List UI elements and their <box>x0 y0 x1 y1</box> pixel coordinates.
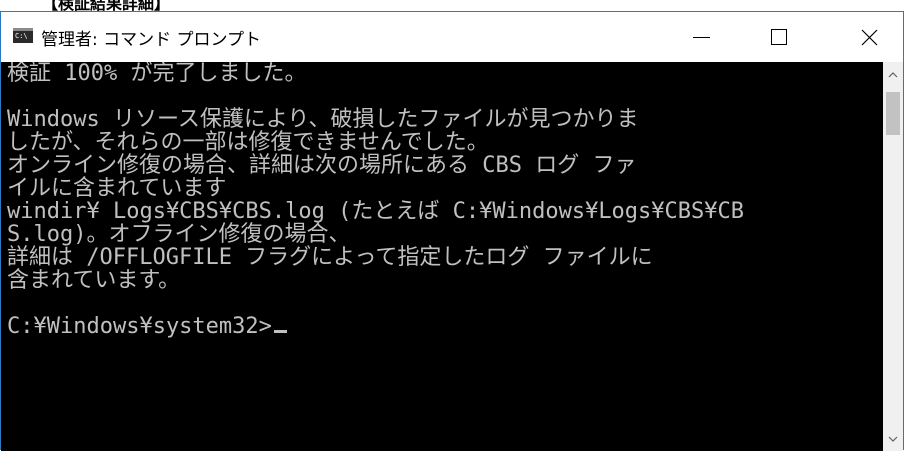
close-button[interactable] <box>835 12 903 62</box>
minimize-icon <box>692 36 710 38</box>
console-line: イルに含まれています <box>7 176 227 201</box>
app-icon-glyph: C:\ <box>15 32 28 40</box>
text-cursor <box>273 330 287 333</box>
command-prompt-window: C:\ 管理者: コマンド プロンプト 検証 100% が完了しました。 Win… <box>0 11 904 451</box>
scroll-up-button[interactable] <box>883 66 903 83</box>
console-line: したが、それらの一部は修復できませんでした。 <box>7 130 489 155</box>
console-line: windir¥ Logs¥CBS¥CBS.log (たとえば C:¥Window… <box>7 199 745 224</box>
maximize-button[interactable] <box>745 12 813 62</box>
prompt-text: C:¥Windows¥system32> <box>7 314 272 339</box>
scroll-down-button[interactable] <box>883 430 903 447</box>
close-icon <box>861 29 877 45</box>
console-line: オンライン修復の場合、詳細は次の場所にある CBS ログ ファ <box>7 153 637 178</box>
console-line: Windows リソース保護により、破損したファイルが見つかりま <box>7 107 639 132</box>
maximize-icon <box>771 29 787 45</box>
command-prompt-line[interactable]: C:¥Windows¥system32> <box>7 315 744 338</box>
chevron-down-icon <box>888 436 898 442</box>
console-line: S.log)。オフライン修復の場合、 <box>7 222 351 247</box>
console-lines: 検証 100% が完了しました。 Windows リソース保護により、破損したフ… <box>7 62 744 338</box>
window-title: 管理者: コマンド プロンプト <box>41 30 262 50</box>
title-bar[interactable]: C:\ 管理者: コマンド プロンプト <box>1 12 903 62</box>
chevron-up-icon <box>888 71 898 77</box>
command-prompt-icon: C:\ <box>13 28 33 43</box>
vertical-scrollbar[interactable] <box>883 62 903 451</box>
console-output-area[interactable]: 検証 100% が完了しました。 Windows リソース保護により、破損したフ… <box>1 62 883 451</box>
minimize-button[interactable] <box>667 12 735 62</box>
page-header-text: 【検証結果詳細】 <box>42 0 171 11</box>
console-line: 詳細は /OFFLOGFILE フラグによって指定したログ ファイルに <box>7 245 653 270</box>
scrollbar-thumb[interactable] <box>886 92 900 135</box>
page-header-fragment: 【検証結果詳細】 <box>0 0 905 11</box>
console-line: 検証 100% が完了しました。 <box>7 62 307 86</box>
console-line: 含まれています。 <box>7 268 181 293</box>
